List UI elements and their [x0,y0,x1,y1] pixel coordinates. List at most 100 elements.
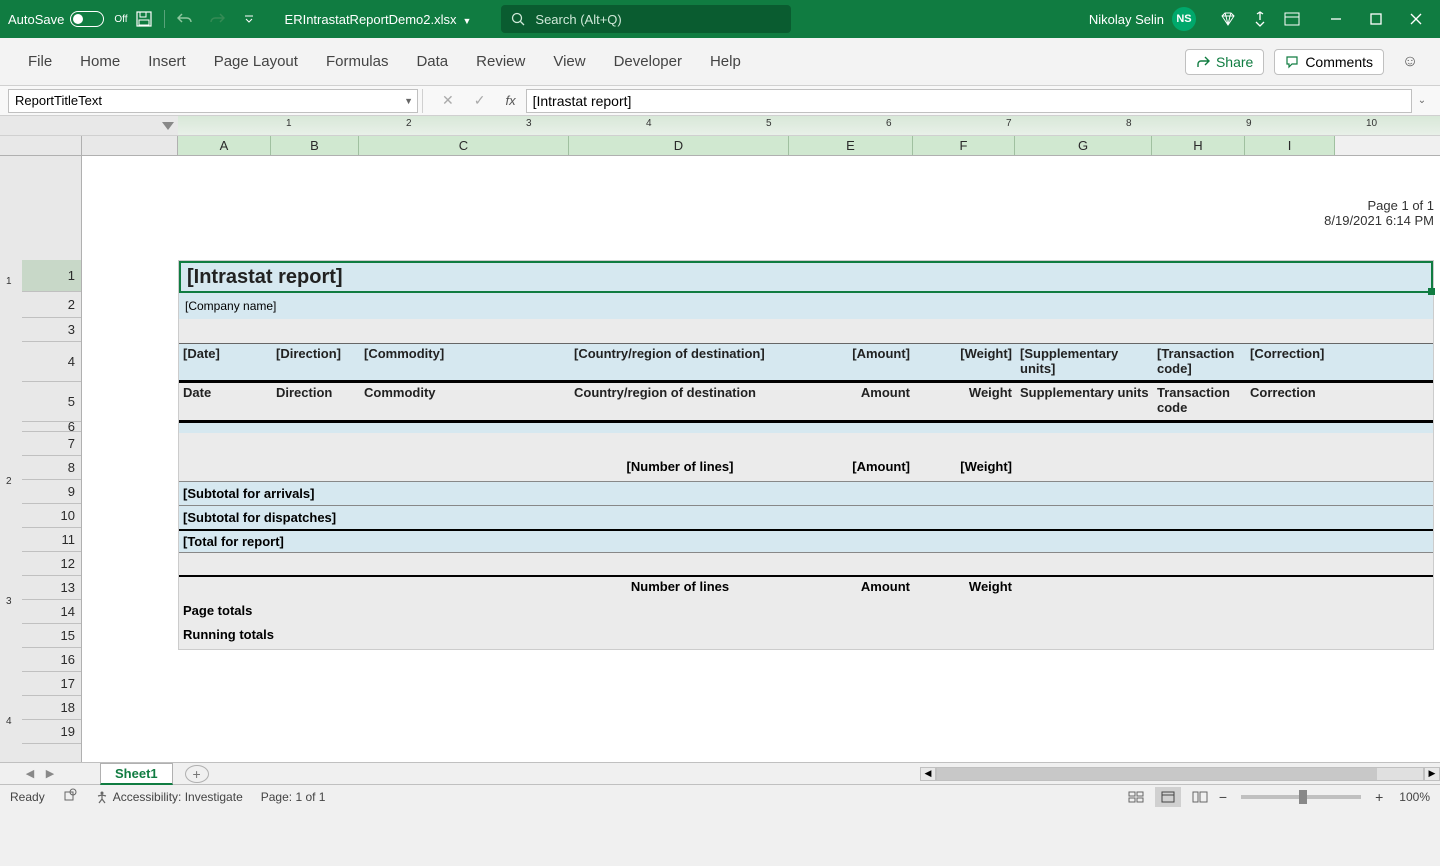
row-header[interactable]: 5 [22,382,81,422]
column-header[interactable]: E [789,136,913,155]
comments-button[interactable]: Comments [1274,49,1384,75]
summary-cell[interactable]: [Amount] [790,457,914,481]
zoom-level[interactable]: 100% [1399,790,1430,804]
ruler-indent-marker[interactable] [162,122,174,130]
header-cell[interactable]: Direction [272,383,360,420]
scroll-left-icon[interactable]: ◀ [920,767,936,781]
feedback-icon[interactable]: ☺ [1394,46,1426,78]
tab-data[interactable]: Data [402,38,462,85]
row-header[interactable]: 17 [22,672,81,696]
zoom-in-icon[interactable]: + [1375,789,1383,805]
tab-page-layout[interactable]: Page Layout [200,38,312,85]
enter-formula-icon[interactable]: ✓ [474,92,486,109]
tab-home[interactable]: Home [66,38,134,85]
summary-header-cell[interactable] [179,577,272,601]
row-header[interactable]: 14 [22,600,81,624]
page-totals-row[interactable]: Page totals [179,601,1433,625]
minimize-icon[interactable] [1322,5,1350,33]
running-totals-row[interactable]: Running totals [179,625,1433,649]
save-icon[interactable] [130,5,158,33]
summary-header-cell[interactable] [1246,577,1336,601]
share-button[interactable]: Share [1185,49,1264,75]
row-header[interactable]: 13 [22,576,81,600]
summary-cell[interactable] [179,457,272,481]
summary-header-cell[interactable] [272,577,360,601]
summary-cell[interactable]: [Weight] [914,457,1016,481]
chevron-down-icon[interactable]: ▼ [404,96,413,106]
summary-header-cell[interactable]: Amount [790,577,914,601]
subtotal-arrivals-row[interactable]: [Subtotal for arrivals] [179,481,1433,505]
name-box[interactable]: ReportTitleText ▼ [8,89,418,113]
redo-icon[interactable] [203,5,231,33]
horizontal-scrollbar[interactable]: ◀ ▶ [920,766,1440,782]
header-cell[interactable]: Supplementary units [1016,383,1153,420]
column-header[interactable]: H [1152,136,1245,155]
row-header[interactable]: 7 [22,432,81,456]
summary-cell[interactable]: [Number of lines] [570,457,790,481]
header-cell[interactable]: Amount [790,383,914,420]
header-cell[interactable]: Date [179,383,272,420]
column-header[interactable]: G [1015,136,1152,155]
sheet-nav-prev[interactable]: ◀ [20,767,40,780]
tab-view[interactable]: View [539,38,599,85]
subtotal-dispatches-row[interactable]: [Subtotal for dispatches] [179,505,1433,529]
qat-dropdown-icon[interactable] [235,5,263,33]
header-cell[interactable]: [Weight] [914,344,1016,380]
expand-formula-icon[interactable]: ⌄ [1412,95,1432,106]
search-box[interactable]: Search (Alt+Q) [501,5,791,33]
header-cell[interactable]: [Correction] [1246,344,1336,380]
row-header[interactable]: 4 [22,342,81,382]
user-account[interactable]: Nikolay Selin NS [1089,7,1196,31]
tab-review[interactable]: Review [462,38,539,85]
total-row[interactable]: [Total for report] [179,529,1433,553]
zoom-out-icon[interactable]: − [1219,789,1227,805]
summary-header-cell[interactable] [1016,577,1153,601]
summary-cell[interactable] [1246,457,1336,481]
header-cell[interactable]: [Direction] [272,344,360,380]
column-header[interactable]: B [271,136,359,155]
row-header[interactable]: 15 [22,624,81,648]
scroll-right-icon[interactable]: ▶ [1424,767,1440,781]
header-cell[interactable]: [Amount] [790,344,914,380]
header-cell[interactable]: [Supplementary units] [1016,344,1153,380]
summary-placeholder-row[interactable]: [Number of lines][Amount][Weight] [179,457,1433,481]
filename-dropdown-icon[interactable]: ▼ [462,16,471,26]
row-header[interactable]: 2 [22,292,81,318]
tab-developer[interactable]: Developer [600,38,696,85]
row-header[interactable]: 6 [22,422,81,432]
summary-cell[interactable] [1016,457,1153,481]
add-sheet-button[interactable]: + [185,765,209,783]
close-icon[interactable] [1402,5,1430,33]
summary-header-cell[interactable] [1153,577,1246,601]
toggle-switch[interactable] [70,11,104,27]
header-cell[interactable]: Transaction code [1153,383,1246,420]
scroll-thumb[interactable] [937,768,1377,780]
row-header[interactable]: 16 [22,648,81,672]
header-cell[interactable]: Weight [914,383,1016,420]
row-header[interactable]: 9 [22,480,81,504]
sheet-nav-next[interactable]: ▶ [40,767,60,780]
header-cell[interactable]: [Country/region of destination] [570,344,790,380]
row-header[interactable]: 10 [22,504,81,528]
summary-cell[interactable] [272,457,360,481]
worksheet[interactable]: Page 1 of 1 8/19/2021 6:14 PM [Intrastat… [178,156,1440,762]
autosave-toggle[interactable]: AutoSave Off [8,11,128,27]
summary-header-row[interactable]: Number of linesAmountWeight [179,577,1433,601]
company-row[interactable]: [Company name] [179,293,1433,319]
column-header[interactable]: C [359,136,569,155]
summary-header-cell[interactable]: Number of lines [570,577,790,601]
undo-icon[interactable] [171,5,199,33]
coming-soon-icon[interactable] [1246,5,1274,33]
column-header[interactable]: A [178,136,271,155]
maximize-icon[interactable] [1362,5,1390,33]
row-header[interactable]: 3 [22,318,81,342]
header-cell[interactable]: [Date] [179,344,272,380]
accessibility-status[interactable]: Accessibility: Investigate [95,790,243,804]
zoom-slider[interactable] [1241,795,1361,799]
column-header[interactable]: I [1245,136,1335,155]
formula-input[interactable]: [Intrastat report] [526,89,1412,113]
tab-file[interactable]: File [14,38,66,85]
header-cell[interactable]: Correction [1246,383,1336,420]
page-break-view-icon[interactable] [1187,787,1213,807]
real-header-row[interactable]: DateDirectionCommodityCountry/region of … [179,383,1433,423]
